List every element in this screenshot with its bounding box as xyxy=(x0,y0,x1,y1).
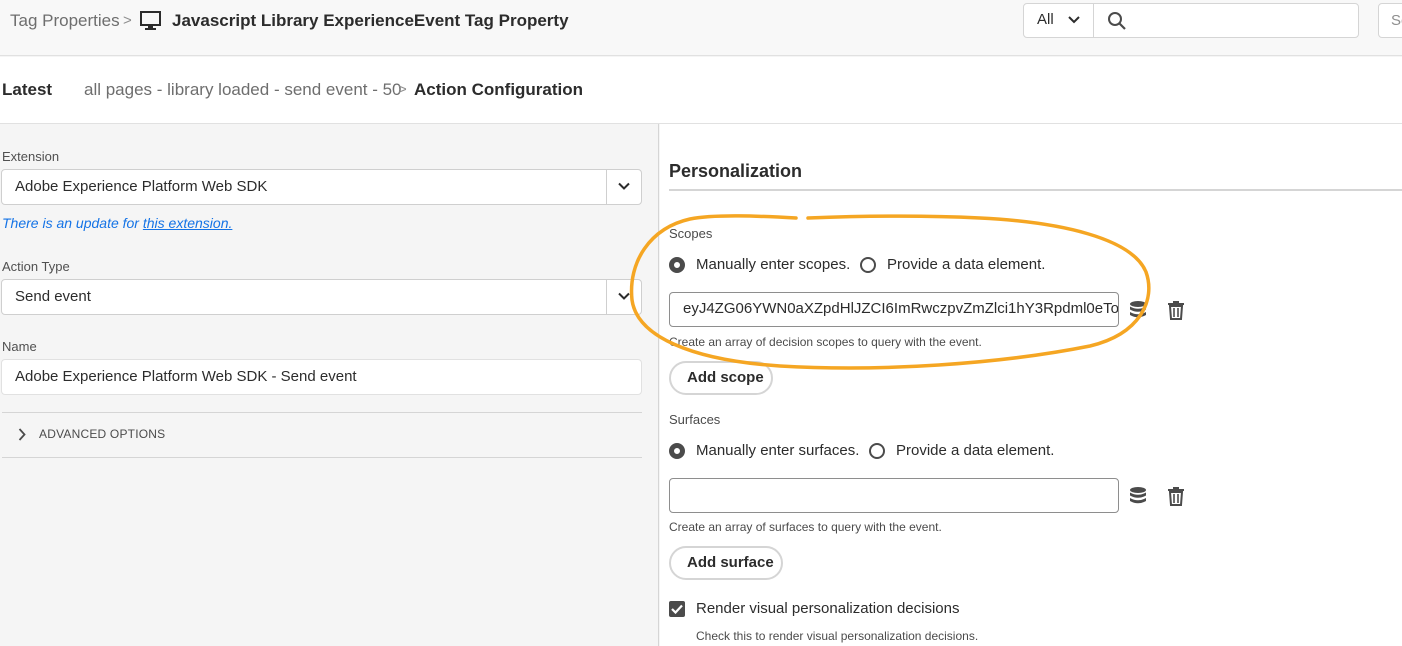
chevron-down-icon xyxy=(618,182,630,190)
checkmark-icon xyxy=(671,604,683,614)
secondary-search-placeholder: Se xyxy=(1391,12,1402,29)
action-type-select[interactable]: Send event xyxy=(1,279,642,315)
name-input[interactable]: Adobe Experience Platform Web SDK - Send… xyxy=(1,359,642,395)
render-decisions-help: Check this to render visual personalizat… xyxy=(696,629,979,643)
breadcrumb-rule-name[interactable]: all pages - library loaded - send event … xyxy=(84,80,402,100)
divider xyxy=(2,457,642,458)
latest-label: Latest xyxy=(2,80,53,99)
personalization-heading: Personalization xyxy=(669,161,803,181)
chevron-down-icon xyxy=(618,292,630,300)
search-input[interactable] xyxy=(1136,8,1351,33)
update-note-text: There is an update for xyxy=(2,215,143,231)
surfaces-manual-label[interactable]: Manually enter surfaces. xyxy=(696,442,859,459)
divider xyxy=(2,412,642,413)
advanced-options-label: ADVANCED OPTIONS xyxy=(39,427,166,441)
monitor-icon xyxy=(140,11,161,30)
property-title: Javascript Library ExperienceEvent Tag P… xyxy=(172,11,569,30)
scope-input[interactable]: eyJ4ZG06YWN0aXZpdHlJZCI6ImRwczpvZmZlci1h… xyxy=(669,292,1119,327)
heading-rule xyxy=(669,189,1402,191)
extension-label: Extension xyxy=(2,149,60,164)
add-surface-label: Add surface xyxy=(687,554,774,571)
surface-input[interactable] xyxy=(669,478,1119,513)
surfaces-help-text: Create an array of surfaces to query wit… xyxy=(669,520,942,534)
search-icon xyxy=(1108,12,1126,30)
action-type-label: Action Type xyxy=(2,259,70,274)
action-type-value: Send event xyxy=(15,288,91,305)
secondary-search-input[interactable]: Se xyxy=(1378,3,1402,38)
database-icon[interactable] xyxy=(1128,300,1148,320)
scope-input-value: eyJ4ZG06YWN0aXZpdHlJZCI6ImRwczpvZmZlci1h… xyxy=(683,300,1119,317)
trash-icon[interactable] xyxy=(1166,300,1186,320)
extension-value: Adobe Experience Platform Web SDK xyxy=(15,178,268,195)
surfaces-manual-radio[interactable] xyxy=(669,443,685,459)
chevron-down-icon xyxy=(1068,16,1080,24)
render-decisions-label[interactable]: Render visual personalization decisions xyxy=(696,600,959,617)
search-scope-dropdown[interactable]: All xyxy=(1024,4,1094,37)
personalization-panel: Personalization Scopes Manually enter sc… xyxy=(660,124,1402,646)
add-surface-button[interactable]: Add surface xyxy=(669,546,783,580)
sub-header: Latest all pages - library loaded - send… xyxy=(0,57,1402,124)
name-label: Name xyxy=(2,339,37,354)
surfaces-data-element-radio[interactable] xyxy=(869,443,885,459)
scopes-manual-label[interactable]: Manually enter scopes. xyxy=(696,256,850,273)
breadcrumb-separator: > xyxy=(398,81,407,98)
extension-select[interactable]: Adobe Experience Platform Web SDK xyxy=(1,169,642,205)
surfaces-label: Surfaces xyxy=(669,412,721,427)
search-bar: All xyxy=(1023,3,1359,38)
breadcrumb-separator: > xyxy=(123,12,132,29)
chevron-right-icon xyxy=(18,428,26,441)
trash-icon[interactable] xyxy=(1166,486,1186,506)
surfaces-data-element-label[interactable]: Provide a data element. xyxy=(896,442,1054,459)
add-scope-label: Add scope xyxy=(687,369,764,386)
action-settings-panel: Extension Adobe Experience Platform Web … xyxy=(0,124,659,646)
render-decisions-checkbox[interactable] xyxy=(669,601,685,617)
scopes-data-element-radio[interactable] xyxy=(860,257,876,273)
add-scope-button[interactable]: Add scope xyxy=(669,361,773,395)
database-icon[interactable] xyxy=(1128,486,1148,506)
scopes-data-element-label[interactable]: Provide a data element. xyxy=(887,256,1045,273)
extension-dropdown-button[interactable] xyxy=(606,170,641,204)
extension-update-notice: There is an update for this extension. xyxy=(2,215,232,231)
breadcrumb-tag-properties[interactable]: Tag Properties xyxy=(10,11,120,31)
update-extension-link[interactable]: this extension. xyxy=(143,215,233,231)
name-value: Adobe Experience Platform Web SDK - Send… xyxy=(15,368,357,385)
advanced-options-toggle[interactable]: ADVANCED OPTIONS xyxy=(14,425,214,445)
breadcrumb-action-configuration: Action Configuration xyxy=(414,80,584,99)
scopes-help-text: Create an array of decision scopes to qu… xyxy=(669,335,982,349)
search-scope-label: All xyxy=(1037,11,1054,28)
scopes-label: Scopes xyxy=(669,226,713,241)
scopes-manual-radio[interactable] xyxy=(669,257,685,273)
action-type-dropdown-button[interactable] xyxy=(606,280,641,314)
top-bar: Tag Properties > Javascript Library Expe… xyxy=(0,0,1402,56)
